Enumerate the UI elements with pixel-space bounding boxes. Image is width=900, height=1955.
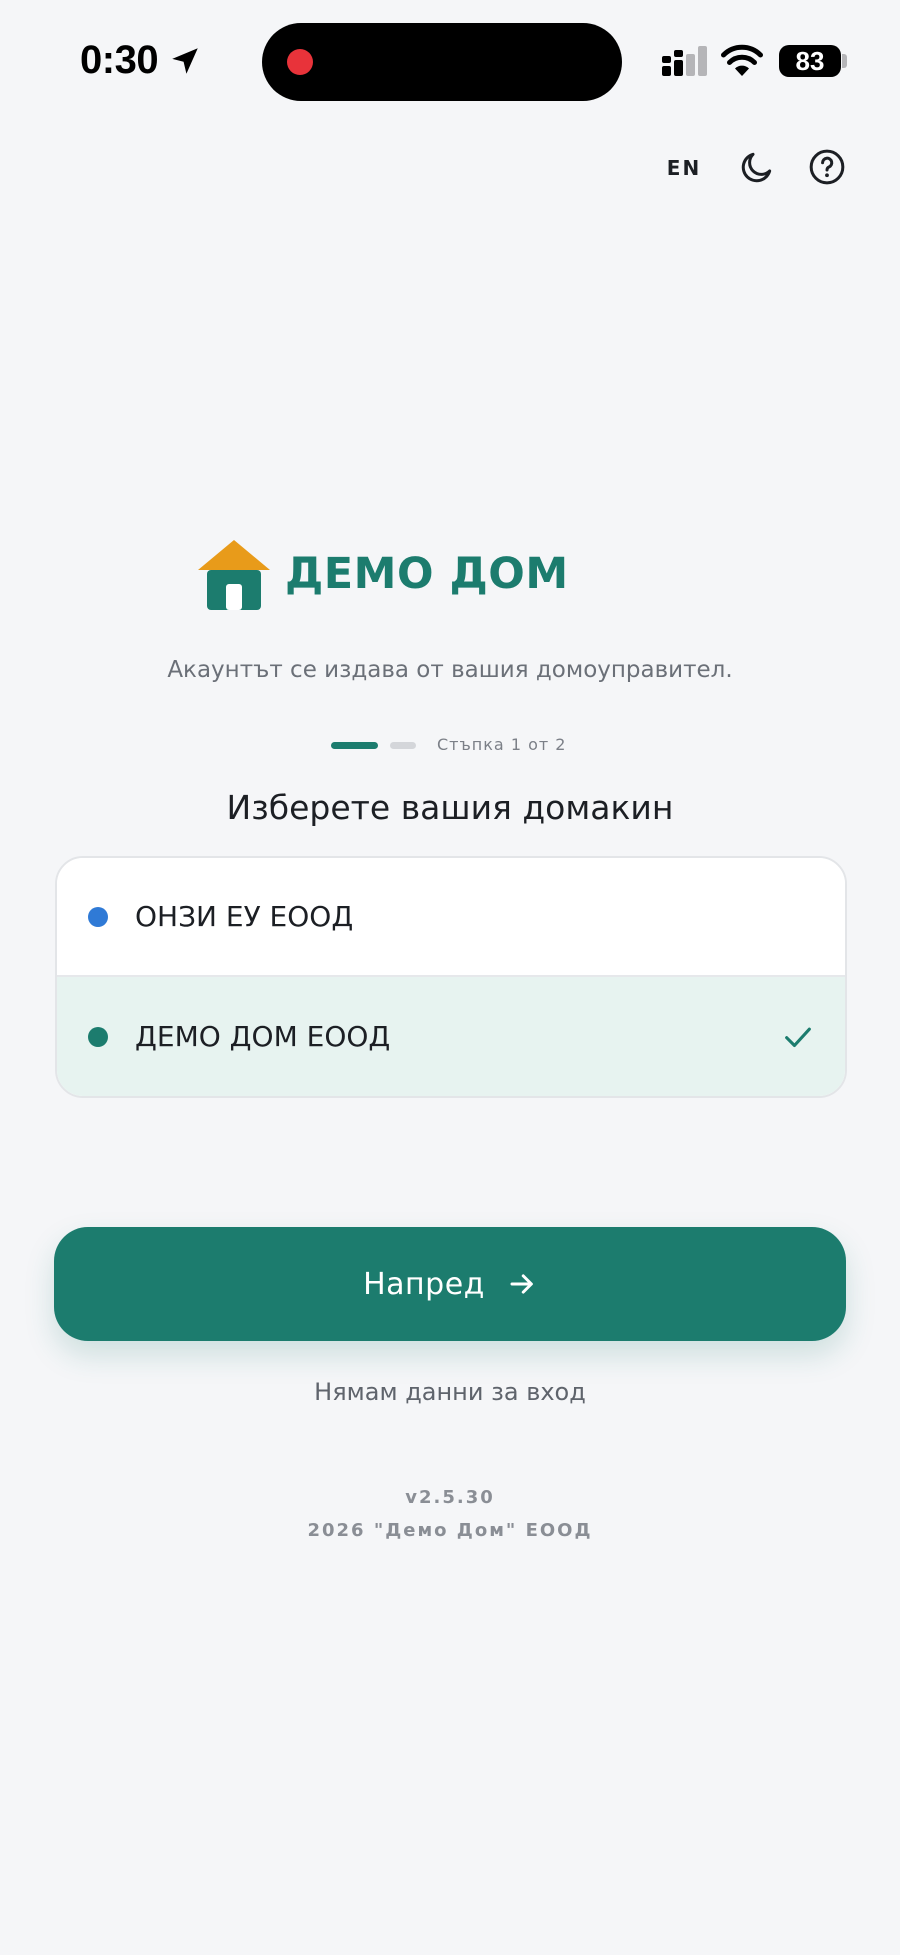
help-question-icon[interactable] xyxy=(808,148,846,186)
checkmark-icon xyxy=(785,1027,811,1047)
battery-indicator: 83 xyxy=(779,45,841,77)
dark-mode-moon-icon[interactable] xyxy=(738,148,776,186)
next-button-label: Напред xyxy=(363,1266,485,1302)
location-arrow-icon xyxy=(172,48,198,74)
host-option-label: ДЕМО ДОМ ЕООД xyxy=(135,1020,391,1053)
host-option-onzi[interactable]: ОНЗИ ЕУ ЕООД xyxy=(57,858,845,977)
arrow-right-icon xyxy=(510,1274,533,1294)
status-time: 0:30 xyxy=(80,38,159,82)
no-login-link[interactable]: Нямам данни за вход xyxy=(0,1374,900,1410)
app-version: v2.5.30 xyxy=(405,1487,495,1508)
step-label: Стъпка 1 от 2 xyxy=(437,735,567,754)
host-option-demo-dom[interactable]: ДЕМО ДОМ ЕООД xyxy=(57,977,845,1096)
recording-indicator-icon xyxy=(287,49,313,75)
house-logo-icon xyxy=(198,540,270,610)
battery-tip xyxy=(842,54,847,68)
language-toggle-button[interactable]: EN xyxy=(660,150,708,186)
brand-name: ДЕМО ДОМ xyxy=(285,549,569,599)
host-select-title: Изберете вашия домакин xyxy=(226,788,674,827)
step-indicator-inactive xyxy=(390,742,416,749)
wifi-icon xyxy=(721,44,763,76)
brand-subtitle: Акаунтът се издава от вашия домоуправите… xyxy=(167,657,733,683)
host-list: ОНЗИ ЕУ ЕООД ДЕМО ДОМ ЕООД xyxy=(55,856,847,1098)
step-indicator-active xyxy=(331,742,378,749)
cellular-signal-icon xyxy=(662,46,707,76)
dynamic-island xyxy=(262,23,622,101)
host-dot-icon xyxy=(88,1026,108,1047)
host-option-label: ОНЗИ ЕУ ЕООД xyxy=(135,900,354,933)
copyright: 2026 "Демо Дом" ЕООД xyxy=(307,1520,593,1541)
next-button[interactable]: Напред xyxy=(54,1227,846,1341)
host-dot-icon xyxy=(88,906,108,927)
